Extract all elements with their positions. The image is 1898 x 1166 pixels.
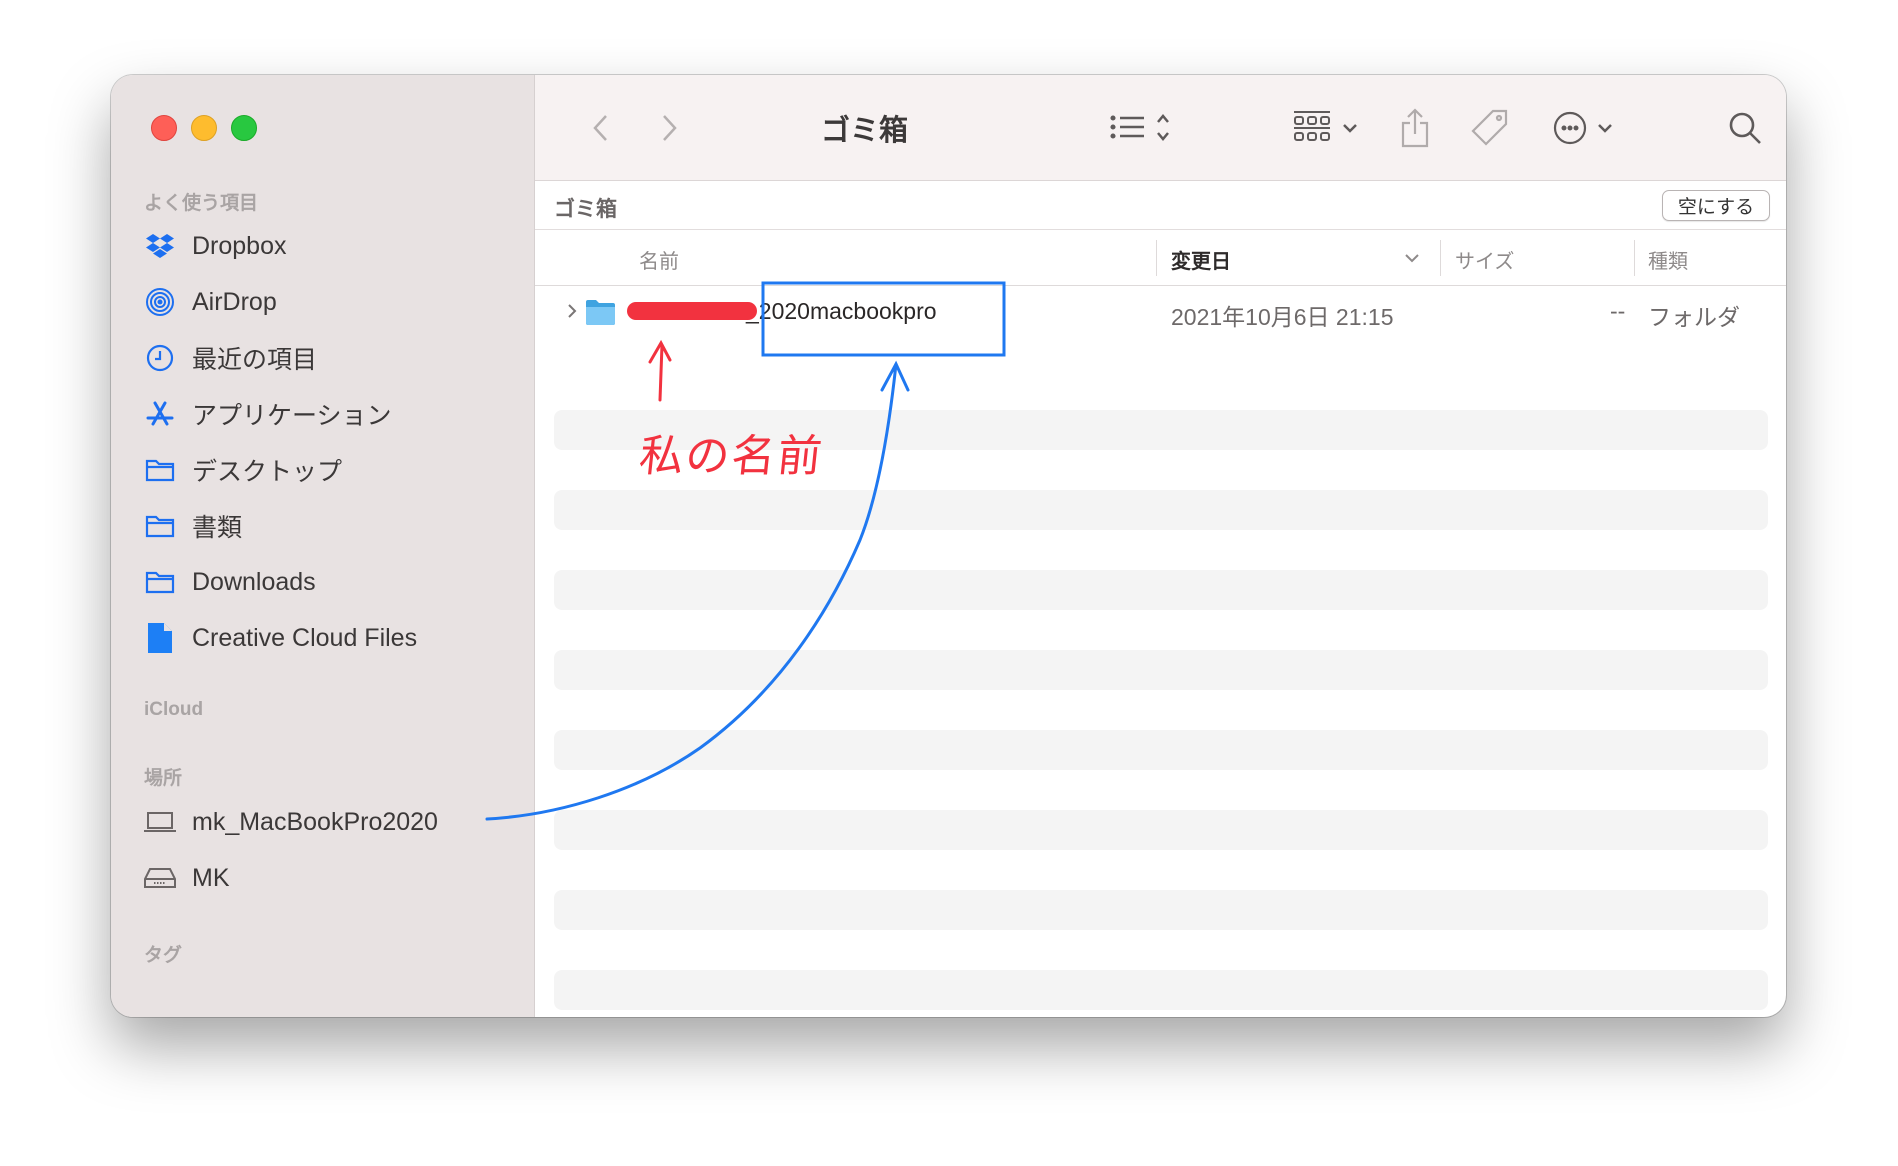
- path-bar: ゴミ箱 空にする: [535, 181, 1786, 230]
- tag-icon: [1471, 109, 1508, 146]
- redacted-name-scribble: [627, 302, 757, 320]
- tag-button[interactable]: [1470, 109, 1510, 146]
- main-pane: ゴミ箱 ゴミ箱 空にする 名前 変更日 サイズ 種類 _2020macbookp…: [535, 75, 1786, 1017]
- sidebar-item-label: Dropbox: [192, 231, 287, 260]
- sidebar-item-label: 書類: [192, 514, 243, 542]
- column-divider[interactable]: [1634, 240, 1635, 276]
- file-kind: フォルダ: [1648, 304, 1740, 330]
- column-name[interactable]: 名前: [639, 245, 679, 274]
- sidebar-item-dropbox[interactable]: Dropbox: [123, 224, 523, 268]
- share-icon: [1401, 108, 1429, 148]
- row-stripe: [554, 490, 1768, 530]
- folder-title: ゴミ箱: [554, 198, 617, 221]
- folder-icon: [586, 300, 615, 325]
- sort-chevron-down-icon: [1405, 254, 1419, 263]
- row-stripe: [554, 810, 1768, 850]
- folder-icon: [143, 567, 177, 597]
- view-options-button[interactable]: [1108, 111, 1178, 145]
- row-stripe: [554, 970, 1768, 1010]
- row-stripe: [554, 650, 1768, 690]
- folder-icon: [143, 511, 177, 541]
- close-button[interactable]: [151, 115, 177, 141]
- file-name: _2020macbookpro: [746, 298, 937, 324]
- group-button[interactable]: [1291, 111, 1363, 145]
- file-size: --: [1610, 298, 1626, 324]
- grid-icon: [1294, 111, 1357, 141]
- locations-heading: 場所: [144, 768, 183, 789]
- favorites-heading: よく使う項目: [144, 193, 259, 214]
- share-button[interactable]: [1397, 108, 1433, 148]
- dropbox-icon: [143, 231, 177, 261]
- sidebar-item-documents[interactable]: 書類: [123, 504, 523, 548]
- sidebar-item-label: Creative Cloud Files: [192, 623, 418, 652]
- sidebar-item-label: mk_MacBookPro2020: [192, 807, 438, 836]
- file-modified: 2021年10月6日 21:15: [1171, 304, 1394, 330]
- sidebar-item-recents[interactable]: 最近の項目: [123, 336, 523, 380]
- icloud-heading: iCloud: [144, 699, 204, 720]
- column-divider[interactable]: [1440, 240, 1441, 276]
- chevron-left-icon: [593, 115, 607, 141]
- airdrop-icon: [143, 287, 177, 317]
- external-drive-icon: [143, 863, 177, 893]
- sidebar-item-desktop[interactable]: デスクトップ: [123, 448, 523, 492]
- sidebar-item-creative-cloud-files[interactable]: Creative Cloud Files: [123, 616, 523, 660]
- tags-heading: タグ: [144, 945, 183, 966]
- window-title: ゴミ箱: [821, 115, 909, 147]
- toolbar: ゴミ箱: [535, 75, 1786, 181]
- minimize-button[interactable]: [191, 115, 217, 141]
- sidebar-item-applications[interactable]: アプリケーション: [123, 392, 523, 436]
- column-divider[interactable]: [1156, 240, 1157, 276]
- column-size[interactable]: サイズ: [1455, 245, 1514, 274]
- search-icon: [1729, 112, 1761, 144]
- sidebar-item-label: AirDrop: [192, 287, 277, 316]
- finder-window: よく使う項目 Dropbox AirDrop 最近の項目 アプリケーション デス…: [111, 75, 1786, 1017]
- clock-icon: [143, 343, 177, 373]
- sidebar-item-label: Downloads: [192, 567, 316, 596]
- more-actions-button[interactable]: [1551, 111, 1621, 145]
- sidebar-item-label: MK: [192, 863, 230, 892]
- laptop-icon: [143, 807, 177, 837]
- row-stripe: [554, 570, 1768, 610]
- column-kind[interactable]: 種類: [1648, 245, 1688, 274]
- row-stripe: [554, 730, 1768, 770]
- back-button[interactable]: [585, 111, 615, 145]
- sidebar: よく使う項目 Dropbox AirDrop 最近の項目 アプリケーション デス…: [111, 75, 535, 1017]
- sidebar-item-label: アプリケーション: [192, 402, 392, 430]
- document-icon: [143, 623, 177, 653]
- sidebar-item-airdrop[interactable]: AirDrop: [123, 280, 523, 324]
- handwritten-label: 私の名前: [636, 431, 827, 482]
- ellipsis-circle-icon: [1553, 111, 1612, 145]
- sidebar-item-mk-drive[interactable]: MK: [123, 856, 523, 900]
- applications-icon: [143, 399, 177, 429]
- row-stripe: [554, 890, 1768, 930]
- forward-button[interactable]: [655, 111, 685, 145]
- empty-trash-button[interactable]: 空にする: [1662, 190, 1770, 221]
- search-button[interactable]: [1727, 111, 1763, 145]
- folder-icon: [143, 455, 177, 485]
- zoom-button[interactable]: [231, 115, 257, 141]
- sidebar-item-downloads[interactable]: Downloads: [123, 560, 523, 604]
- table-row[interactable]: _2020macbookpro 2021年10月6日 21:15 -- フォルダ: [535, 286, 1786, 336]
- sidebar-item-label: デスクトップ: [192, 458, 343, 486]
- file-list: _2020macbookpro 2021年10月6日 21:15 -- フォルダ: [535, 286, 1786, 1017]
- list-view-icon: [1110, 114, 1169, 141]
- column-modified[interactable]: 変更日: [1171, 245, 1231, 274]
- sidebar-item-macbook[interactable]: mk_MacBookPro2020: [123, 800, 523, 844]
- chevron-right-icon: [663, 115, 677, 141]
- sidebar-item-label: 最近の項目: [192, 346, 318, 374]
- column-header: 名前 変更日 サイズ 種類: [535, 230, 1786, 286]
- disclosure-chevron-icon[interactable]: [567, 303, 577, 319]
